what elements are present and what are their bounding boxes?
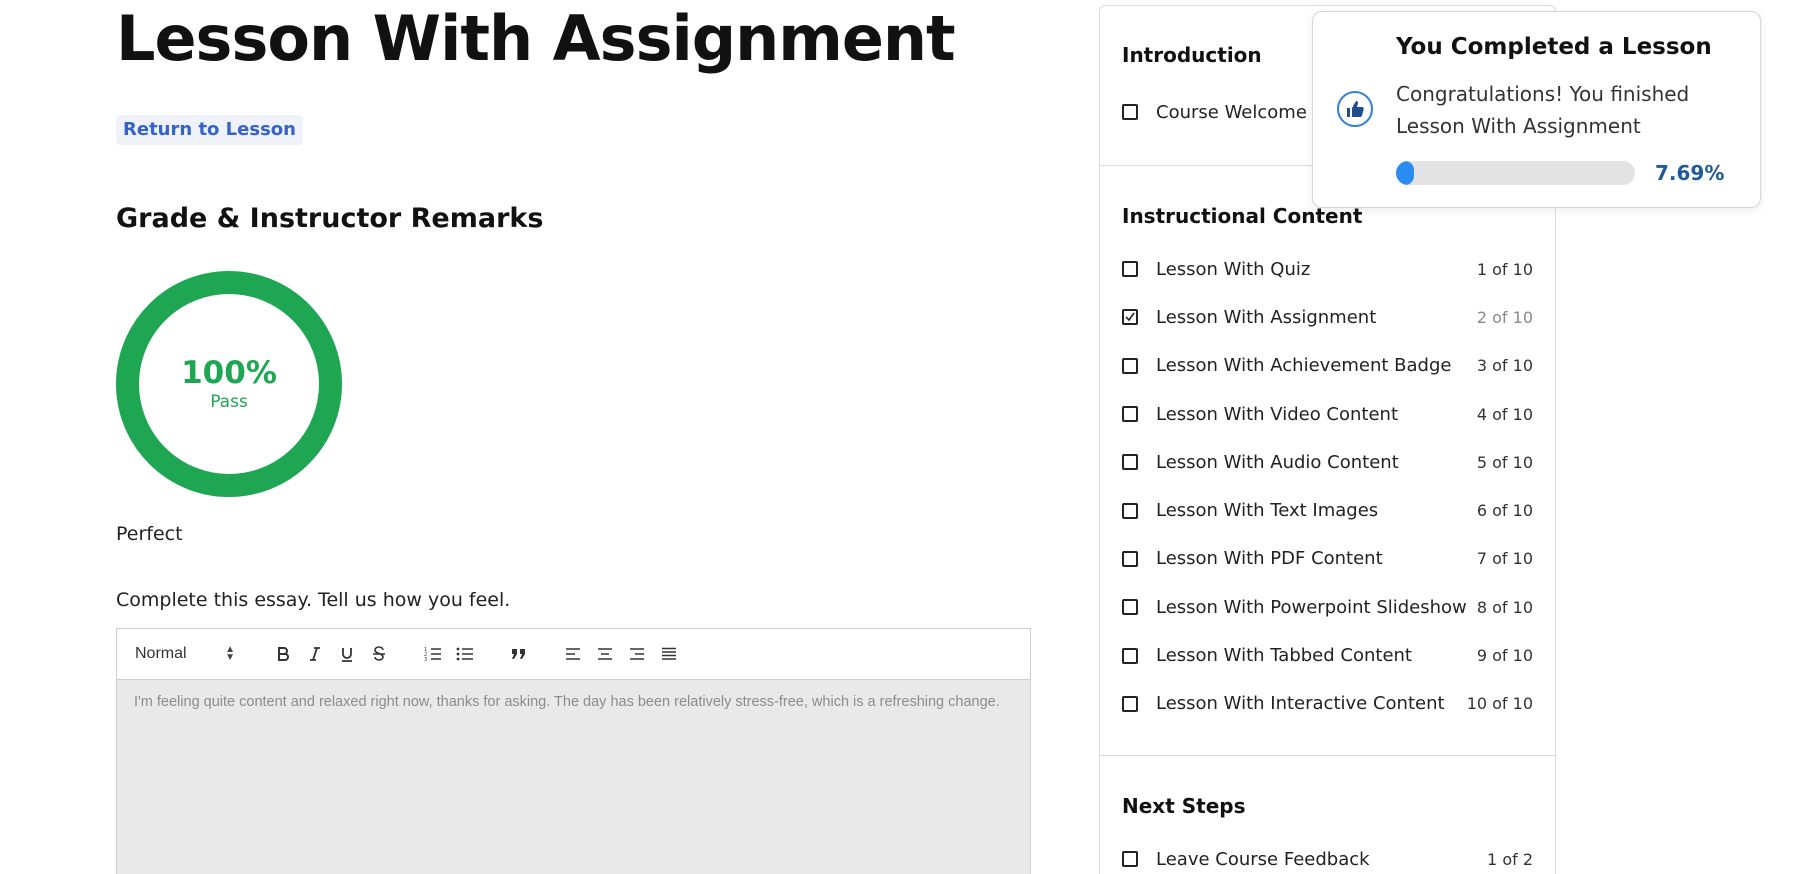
section-instructional-content: Instructional Content Lesson With Quiz 1 …: [1100, 166, 1555, 756]
outline-item-label: Lesson With Interactive Content: [1156, 693, 1445, 715]
ordered-list-icon[interactable]: 123: [417, 638, 449, 670]
outline-item-label: Course Welcome: [1156, 101, 1307, 123]
checkbox[interactable]: [1122, 357, 1138, 374]
blockquote-icon[interactable]: [503, 638, 535, 670]
essay-editor: Normal ▲ ▼ 123 I'm feeling quite content…: [116, 628, 1031, 874]
bullet-list-icon[interactable]: [449, 638, 481, 670]
align-center-icon[interactable]: [589, 638, 621, 670]
outline-item[interactable]: Lesson With Achievement Badge 3 of 10: [1122, 342, 1533, 390]
page-title: Lesson With Assignment: [116, 2, 956, 75]
select-arrows-icon: ▲ ▼: [225, 644, 235, 663]
outline-item-label: Lesson With Text Images: [1156, 500, 1379, 522]
checkbox[interactable]: [1122, 406, 1138, 423]
outline-item[interactable]: Lesson With Tabbed Content 9 of 10: [1122, 631, 1533, 679]
grade-heading: Grade & Instructor Remarks: [116, 203, 544, 234]
align-left-icon[interactable]: [557, 638, 589, 670]
outline-item-leave-course-feedback[interactable]: Leave Course Feedback 1 of 2: [1122, 835, 1533, 874]
checkbox[interactable]: [1122, 104, 1138, 120]
outline-item-position: 9 of 10: [1476, 646, 1533, 666]
instructor-remark: Perfect: [116, 523, 183, 545]
course-progress-fill: [1396, 161, 1415, 185]
outline-item-position: 1 of 2: [1487, 849, 1533, 869]
editor-toolbar: Normal ▲ ▼ 123: [117, 629, 1030, 680]
checkbox[interactable]: [1122, 454, 1138, 471]
outline-item[interactable]: Lesson With Video Content 4 of 10: [1122, 390, 1533, 438]
checkbox[interactable]: [1122, 647, 1138, 664]
format-select-value: Normal: [135, 645, 187, 662]
italic-icon[interactable]: [299, 638, 331, 670]
outline-item-position: 4 of 10: [1476, 404, 1533, 424]
outline-item-position: 3 of 10: [1476, 356, 1533, 376]
outline-item-label: Lesson With Video Content: [1156, 403, 1399, 425]
outline-item-position: 5 of 10: [1476, 452, 1533, 472]
outline-item-label: Lesson With Powerpoint Slideshow: [1156, 596, 1467, 618]
return-to-lesson-link[interactable]: Return to Lesson: [116, 115, 303, 145]
outline-item-position: 10 of 10: [1466, 694, 1533, 714]
format-select[interactable]: Normal ▲ ▼: [135, 645, 245, 663]
toast-message: Congratulations! You finished Lesson Wit…: [1396, 82, 1690, 138]
outline-item[interactable]: Lesson With Text Images 6 of 10: [1122, 486, 1533, 534]
outline-item[interactable]: Lesson With Assignment 2 of 10: [1122, 293, 1533, 341]
checked-checkbox[interactable]: [1122, 309, 1138, 326]
outline-item[interactable]: Lesson With Powerpoint Slideshow 8 of 10: [1122, 583, 1533, 631]
outline-item[interactable]: Lesson With PDF Content 7 of 10: [1122, 535, 1533, 583]
checkbox[interactable]: [1122, 550, 1138, 567]
outline-item-label: Lesson With Achievement Badge: [1156, 355, 1452, 377]
outline-item-label: Lesson With Assignment: [1156, 306, 1377, 328]
assignment-prompt: Complete this essay. Tell us how you fee…: [116, 589, 511, 611]
section-next-steps: Next Steps Leave Course Feedback 1 of 2: [1100, 756, 1555, 874]
outline-item-position: 1 of 10: [1476, 259, 1533, 279]
outline-item[interactable]: Lesson With Audio Content 5 of 10: [1122, 438, 1533, 486]
course-progress-bar: [1396, 161, 1635, 185]
outline-item-label: Lesson With Tabbed Content: [1156, 645, 1412, 667]
checkbox[interactable]: [1122, 599, 1138, 616]
strikethrough-icon[interactable]: [363, 638, 395, 670]
checkbox[interactable]: [1122, 695, 1138, 712]
toast-title: You Completed a Lesson: [1396, 34, 1712, 60]
outline-item-label: Leave Course Feedback: [1156, 848, 1370, 870]
outline-item-position: 8 of 10: [1476, 597, 1533, 617]
checkbox[interactable]: [1122, 851, 1138, 867]
thumbs-up-icon: [1337, 91, 1373, 127]
align-right-icon[interactable]: [621, 638, 653, 670]
outline-item[interactable]: Lesson With Interactive Content 10 of 10: [1122, 680, 1533, 728]
section-title: Next Steps: [1122, 794, 1246, 818]
bold-icon[interactable]: [267, 638, 299, 670]
outline-item-position: 7 of 10: [1476, 549, 1533, 569]
outline-item-label: Lesson With Quiz: [1156, 258, 1311, 280]
essay-text-area[interactable]: I'm feeling quite content and relaxed ri…: [117, 680, 1030, 874]
checkbox[interactable]: [1122, 502, 1138, 519]
check-icon: [1125, 312, 1135, 322]
outline-item-label: Lesson With PDF Content: [1156, 548, 1383, 570]
grade-ring: 100% Pass: [116, 271, 342, 497]
grade-status: Pass: [210, 392, 248, 412]
outline-item-label: Lesson With Audio Content: [1156, 451, 1399, 473]
outline-item-position: 2 of 10: [1476, 307, 1533, 327]
outline-item[interactable]: Lesson With Quiz 1 of 10: [1122, 245, 1533, 293]
grade-percent: 100%: [181, 355, 277, 391]
course-progress-text: 7.69%: [1655, 161, 1725, 185]
align-justify-icon[interactable]: [653, 638, 685, 670]
lesson-completed-toast: You Completed a Lesson Congratulations! …: [1312, 11, 1761, 208]
checkbox[interactable]: [1122, 261, 1138, 278]
svg-text:3: 3: [424, 657, 427, 662]
outline-item-position: 6 of 10: [1476, 501, 1533, 521]
underline-icon[interactable]: [331, 638, 363, 670]
